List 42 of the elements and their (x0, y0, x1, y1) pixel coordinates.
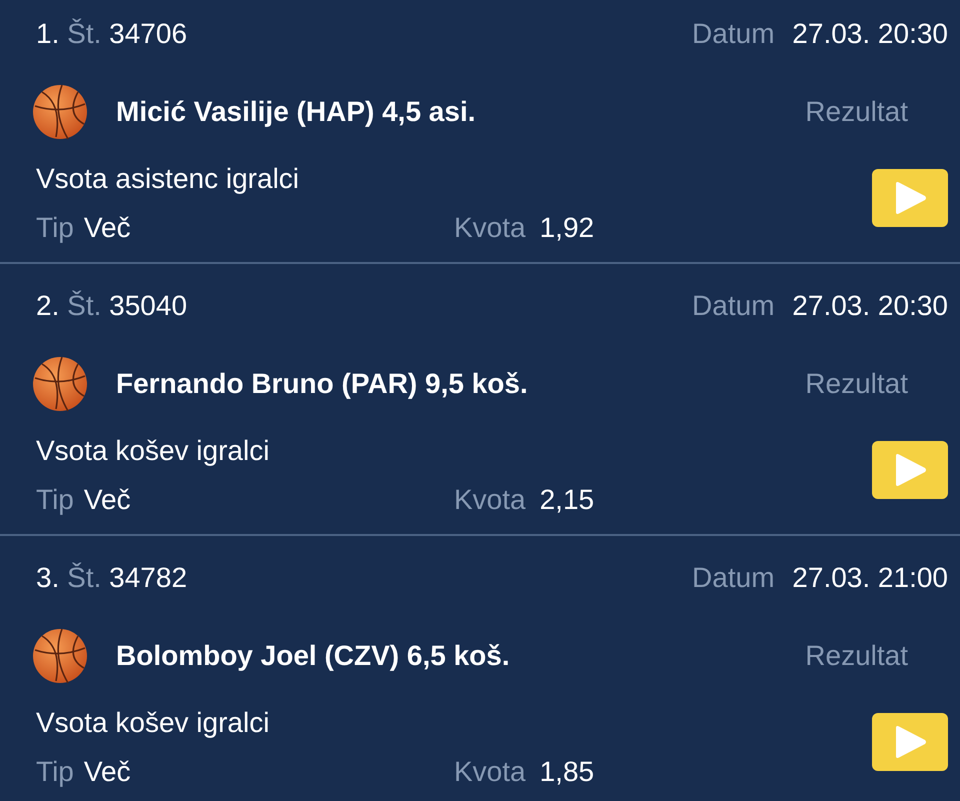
date-label: Datum (692, 290, 775, 321)
odds-label: Kvota (454, 212, 526, 244)
event-title: Micić Vasilije (HAP) 4,5 asi. (116, 96, 477, 128)
tip-value: Več (84, 756, 131, 788)
tip-value: Več (84, 484, 131, 516)
bet-number: 35040 (109, 290, 188, 321)
event-title: Bolomboy Joel (CZV) 6,5 koš. (116, 640, 511, 672)
event-title: Fernando Bruno (PAR) 9,5 koš. (116, 368, 529, 400)
odds-value: 1,85 (540, 756, 594, 788)
date-label: Datum (692, 562, 775, 593)
bet-date: 27.03. 21:00 (792, 562, 948, 593)
result-label: Rezultat (805, 96, 908, 128)
bet-number: 34706 (109, 18, 188, 49)
basketball-icon (32, 356, 88, 412)
odds-label: Kvota (454, 484, 526, 516)
basketball-icon (32, 84, 88, 140)
play-button[interactable] (872, 169, 948, 227)
odds-label: Kvota (454, 756, 526, 788)
market-name: Vsota košev igralci (36, 707, 270, 739)
result-label: Rezultat (805, 640, 908, 672)
bet-index: 3. (36, 562, 60, 593)
date-label: Datum (692, 18, 775, 49)
market-name: Vsota asistenc igralci (36, 163, 300, 195)
tip-value: Več (84, 212, 131, 244)
bet-index: 2. (36, 290, 60, 321)
bet-number: 34782 (109, 562, 188, 593)
play-button[interactable] (872, 441, 948, 499)
play-button[interactable] (872, 713, 948, 771)
result-label: Rezultat (805, 368, 908, 400)
number-label: Št. (67, 562, 102, 593)
bet-date: 27.03. 20:30 (792, 290, 948, 321)
tip-label: Tip (36, 212, 74, 244)
basketball-icon (32, 628, 88, 684)
number-label: Št. (67, 290, 102, 321)
bet-index: 1. (36, 18, 60, 49)
tip-label: Tip (36, 484, 74, 516)
odds-value: 2,15 (540, 484, 594, 516)
bet-date: 27.03. 20:30 (792, 18, 948, 49)
number-label: Št. (67, 18, 102, 49)
market-name: Vsota košev igralci (36, 435, 270, 467)
tip-label: Tip (36, 756, 74, 788)
odds-value: 1,92 (540, 212, 594, 244)
